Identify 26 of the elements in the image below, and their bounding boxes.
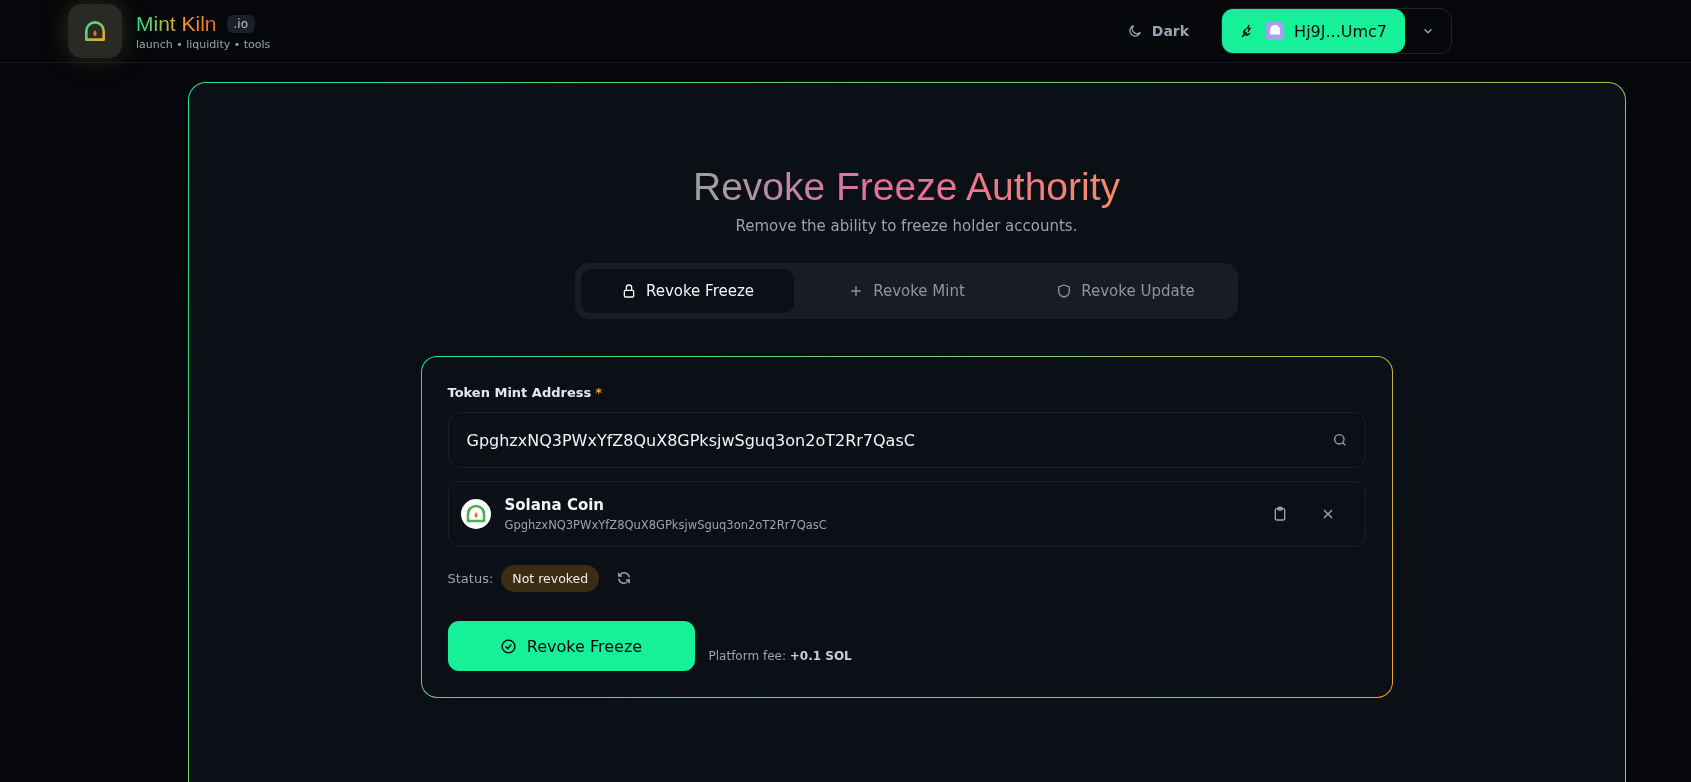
token-address: GpghzxNQ3PWxYfZ8QuX8GPksjwSguq3on2oT2Rr7QasC [504, 518, 828, 532]
logo-tile[interactable] [68, 4, 122, 58]
refresh-icon [616, 570, 633, 586]
tagline: launch • liquidity • tools [136, 37, 271, 51]
tab[interactable]: Revoke Update [1019, 269, 1232, 313]
mint-address-field[interactable]: GpghzxNQ3PWxYfZ8QuX8GPksjwSguq3on2oT2Rr7QasC [447, 412, 1366, 468]
tab[interactable]: Revoke Mint [800, 269, 1013, 313]
status-badge: Not revoked [501, 564, 600, 592]
page-subtitle: Remove the ability to freeze holder accounts. [735, 217, 1078, 235]
revoke-freeze-button[interactable]: Revoke Freeze [447, 621, 695, 671]
search-icon [1331, 432, 1348, 448]
kiln-logo-icon [82, 18, 108, 44]
status-label: Status: [447, 570, 494, 586]
domain-badge: .io [226, 14, 256, 33]
tab[interactable]: Revoke Freeze [581, 269, 794, 313]
ghost-avatar-icon [1266, 22, 1285, 40]
field-label: Token Mint Address [447, 385, 592, 400]
theme-toggle[interactable]: Dark [1120, 22, 1196, 40]
check-circle-icon [499, 637, 517, 655]
token-name: Solana Coin [504, 496, 606, 514]
token-logo-icon [460, 499, 491, 529]
required-mark: * [595, 385, 603, 400]
moon-icon [1126, 23, 1143, 39]
wallet-button[interactable]: Hj9J...Umc7 [1222, 9, 1405, 53]
shield-icon [1056, 283, 1073, 299]
platform-fee: Platform fee: +0.1 SOL [708, 649, 852, 663]
